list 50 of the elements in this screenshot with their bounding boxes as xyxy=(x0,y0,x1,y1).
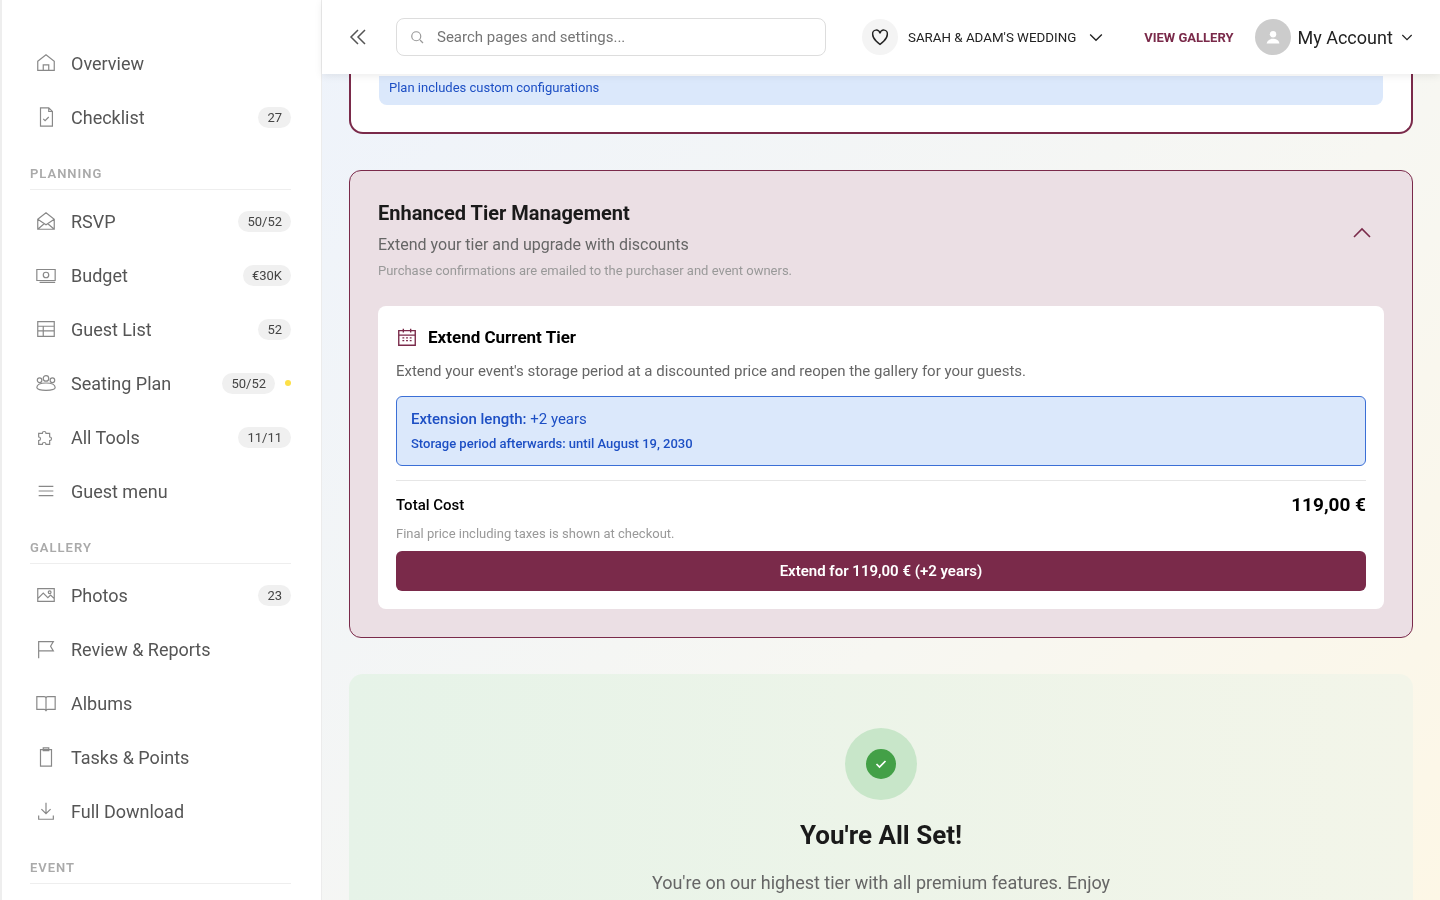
section-heading: EVENT xyxy=(30,838,291,884)
card-description: Extend your event's storage period at a discounted price and reopen the gallery for your guests. xyxy=(396,362,1028,380)
price-note: Final price including taxes is shown at checkout. xyxy=(396,526,676,541)
sidebar-item[interactable]: Guest List 52 xyxy=(30,302,291,356)
view-gallery-link[interactable]: VIEW GALLERY xyxy=(1144,29,1234,45)
sidebar-item[interactable]: Overview xyxy=(30,36,291,90)
download-icon xyxy=(35,800,57,822)
event-selector[interactable]: SARAH & ADAM'S WEDDING xyxy=(908,27,1107,47)
sidebar-item[interactable]: Review & Reports xyxy=(30,622,291,676)
panel-title: Enhanced Tier Management xyxy=(378,201,631,225)
plan-note: Plan includes custom configurations xyxy=(379,76,1383,105)
sidebar-item[interactable]: Photos 23 xyxy=(30,568,291,622)
count-badge: 50/52 xyxy=(222,372,275,394)
home-icon xyxy=(35,52,57,74)
total-label: Total Cost xyxy=(396,495,465,514)
people-icon xyxy=(35,372,57,394)
count-badge: 27 xyxy=(258,106,291,128)
search-icon xyxy=(408,28,426,46)
section-heading: GALLERY xyxy=(30,518,291,564)
card-title: Extend Current Tier xyxy=(428,327,577,347)
total-price: 119,00 € xyxy=(1291,493,1366,516)
sidebar-item[interactable]: Guest menu xyxy=(30,464,291,518)
count-badge: 11/11 xyxy=(238,426,291,448)
table-icon xyxy=(35,318,57,340)
sidebar-item[interactable]: RSVP 50/52 xyxy=(30,194,291,248)
success-title: You're All Set! xyxy=(799,820,963,850)
count-badge: 52 xyxy=(258,318,291,340)
mail-icon xyxy=(35,210,57,232)
sidebar-item[interactable]: Budget €30K xyxy=(30,248,291,302)
sidebar-item[interactable]: Full Download xyxy=(30,784,291,838)
search-field[interactable]: Search pages and settings... xyxy=(396,18,826,56)
sidebar-item[interactable]: Seating Plan 50/52 xyxy=(30,356,291,410)
sidebar-item[interactable]: All Tools 11/11 xyxy=(30,410,291,464)
calendar-icon xyxy=(396,326,418,348)
section-heading: PLANNING xyxy=(30,144,291,190)
panel-subtitle: Extend your tier and upgrade with discounts xyxy=(378,235,690,254)
flag-icon xyxy=(35,638,57,660)
count-badge: €30K xyxy=(242,264,291,286)
success-text: You're on our highest tier with all premium features. Enjoy xyxy=(651,872,1111,893)
sidebar-item[interactable]: Albums xyxy=(30,676,291,730)
count-badge: 23 xyxy=(258,584,291,606)
account-menu[interactable]: My Account xyxy=(1255,19,1415,55)
avatar-icon xyxy=(1255,19,1292,55)
extend-button[interactable]: Extend for 119,00 € (+2 years) xyxy=(396,551,1366,591)
panel-note: Purchase confirmations are emailed to the purchaser and event owners. xyxy=(378,263,793,278)
count-badge: 50/52 xyxy=(238,210,291,232)
sidebar-item[interactable]: Checklist 27 xyxy=(30,90,291,144)
storage-period: Storage period afterwards: until August 19, 2030 xyxy=(411,436,694,451)
sidebar-item[interactable]: Tasks & Points xyxy=(30,730,291,784)
extension-length: Extension length: +2 years xyxy=(411,410,588,428)
